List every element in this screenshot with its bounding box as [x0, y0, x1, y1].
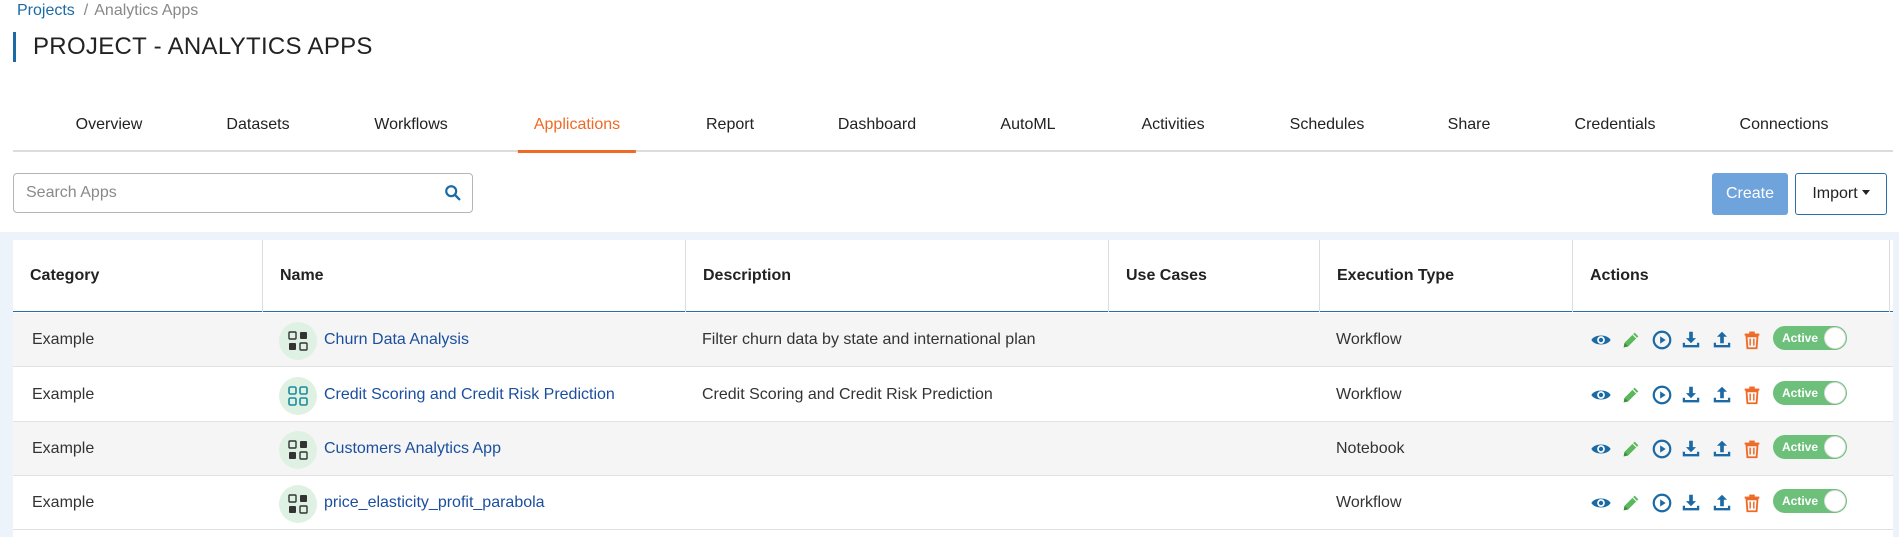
view-icon[interactable]	[1590, 329, 1612, 351]
download-icon[interactable]	[1680, 492, 1702, 514]
run-icon[interactable]	[1651, 384, 1673, 406]
chevron-down-icon	[1861, 190, 1870, 196]
cell-category: Example	[32, 440, 95, 457]
status-toggle-label: Active	[1782, 440, 1819, 454]
edit-icon[interactable]	[1620, 384, 1642, 406]
upload-icon[interactable]	[1711, 492, 1733, 514]
edit-icon[interactable]	[1620, 329, 1642, 351]
edit-icon[interactable]	[1620, 492, 1642, 514]
delete-icon[interactable]	[1741, 384, 1763, 406]
app-grid-icon	[279, 431, 317, 469]
tab-schedules[interactable]: Schedules	[1274, 110, 1381, 152]
search-icon[interactable]	[444, 184, 462, 202]
app-name-link[interactable]: Credit Scoring and Credit Risk Predictio…	[324, 386, 615, 403]
breadcrumb-projects-link[interactable]: Projects	[17, 2, 75, 19]
tab-share[interactable]: Share	[1432, 110, 1507, 152]
app-name-link[interactable]: price_elasticity_profit_parabola	[324, 494, 545, 511]
tab-automl[interactable]: AutoML	[984, 110, 1071, 152]
run-icon[interactable]	[1651, 329, 1673, 351]
download-icon[interactable]	[1680, 438, 1702, 460]
table-header: Category Name Description Use Cases Exec…	[13, 240, 1893, 312]
breadcrumb: Projects / Analytics Apps	[17, 2, 198, 20]
tab-dashboard[interactable]: Dashboard	[822, 110, 932, 152]
table-row: Example Credit Scoring and Credit Risk Pr…	[13, 368, 1893, 422]
column-header-category[interactable]: Category	[13, 240, 262, 312]
breadcrumb-current: Analytics Apps	[94, 2, 199, 19]
apps-table: Category Name Description Use Cases Exec…	[13, 240, 1893, 537]
search-input[interactable]	[14, 174, 434, 212]
download-icon[interactable]	[1680, 384, 1702, 406]
upload-icon[interactable]	[1711, 329, 1733, 351]
status-toggle-label: Active	[1782, 386, 1819, 400]
tab-applications[interactable]: Applications	[517, 110, 637, 153]
toggle-knob	[1824, 327, 1846, 349]
breadcrumb-separator: /	[83, 2, 89, 19]
cell-description: Credit Scoring and Credit Risk Predictio…	[702, 386, 993, 403]
status-toggle[interactable]: Active	[1773, 435, 1847, 459]
view-icon[interactable]	[1590, 492, 1612, 514]
import-dropdown-button[interactable]: Import	[1795, 173, 1887, 215]
cell-execution-type: Notebook	[1336, 440, 1405, 457]
app-name-link[interactable]: Churn Data Analysis	[324, 331, 469, 348]
delete-icon[interactable]	[1741, 438, 1763, 460]
cell-category: Example	[32, 386, 95, 403]
delete-icon[interactable]	[1741, 492, 1763, 514]
column-header-actions: Actions	[1572, 240, 1890, 312]
search-box	[13, 173, 473, 213]
upload-icon[interactable]	[1711, 384, 1733, 406]
import-label: Import	[1812, 185, 1858, 202]
tab-overview[interactable]: Overview	[60, 110, 159, 152]
table-row: Example Churn Data Analysis Filter churn d…	[13, 313, 1893, 367]
app-grid-icon	[279, 322, 317, 360]
toggle-knob	[1824, 490, 1846, 512]
create-button[interactable]: Create	[1712, 173, 1788, 215]
table-row: Example price_elasticity_profit_parabola W…	[13, 476, 1893, 530]
cell-category: Example	[32, 494, 95, 511]
column-header-use-cases[interactable]: Use Cases	[1108, 240, 1319, 312]
column-header-name[interactable]: Name	[262, 240, 685, 312]
tab-connections[interactable]: Connections	[1724, 110, 1845, 152]
cell-description: Filter churn data by state and internati…	[702, 331, 1036, 348]
status-toggle[interactable]: Active	[1773, 381, 1847, 405]
run-icon[interactable]	[1651, 492, 1673, 514]
app-name-link[interactable]: Customers Analytics App	[324, 440, 501, 457]
status-toggle-label: Active	[1782, 494, 1819, 508]
column-header-description[interactable]: Description	[685, 240, 1108, 312]
app-grid-icon	[279, 377, 317, 415]
app-grid-icon	[279, 485, 317, 523]
edit-icon[interactable]	[1620, 438, 1642, 460]
cell-execution-type: Workflow	[1336, 331, 1402, 348]
tab-activities[interactable]: Activities	[1125, 110, 1220, 152]
cell-category: Example	[32, 331, 95, 348]
tab-workflows[interactable]: Workflows	[358, 110, 464, 152]
cell-execution-type: Workflow	[1336, 494, 1402, 511]
run-icon[interactable]	[1651, 438, 1673, 460]
download-icon[interactable]	[1680, 329, 1702, 351]
toggle-knob	[1824, 382, 1846, 404]
tab-report[interactable]: Report	[690, 110, 770, 152]
upload-icon[interactable]	[1711, 438, 1733, 460]
tab-bar: Overview Datasets Workflows Applications…	[13, 110, 1893, 153]
view-icon[interactable]	[1590, 438, 1612, 460]
cell-execution-type: Workflow	[1336, 386, 1402, 403]
view-icon[interactable]	[1590, 384, 1612, 406]
delete-icon[interactable]	[1741, 329, 1763, 351]
table-row: Example Customers Analytics App Notebook Ac…	[13, 422, 1893, 476]
page-title: PROJECT - ANALYTICS APPS	[13, 32, 373, 62]
tab-credentials[interactable]: Credentials	[1559, 110, 1672, 152]
status-toggle-label: Active	[1782, 331, 1819, 345]
column-header-execution-type[interactable]: Execution Type	[1319, 240, 1572, 312]
status-toggle[interactable]: Active	[1773, 489, 1847, 513]
toggle-knob	[1824, 436, 1846, 458]
tab-datasets[interactable]: Datasets	[210, 110, 305, 152]
status-toggle[interactable]: Active	[1773, 326, 1847, 350]
